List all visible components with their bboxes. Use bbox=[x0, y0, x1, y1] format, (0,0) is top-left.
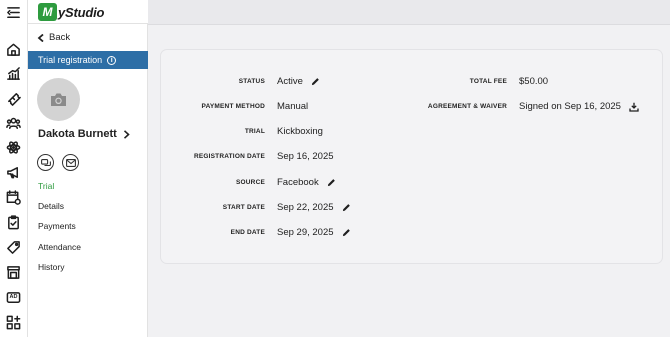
megaphone-icon[interactable] bbox=[6, 165, 21, 180]
ticket-icon[interactable] bbox=[6, 91, 21, 106]
chat-icon bbox=[40, 158, 51, 166]
agreement-label: AGREEMENT & WAIVER bbox=[427, 103, 507, 110]
atom-icon[interactable] bbox=[6, 140, 21, 155]
section-header: Trial registration i bbox=[28, 51, 148, 69]
chart-icon[interactable] bbox=[6, 66, 21, 81]
payment-method-label: PAYMENT METHOD bbox=[201, 103, 265, 110]
info-icon[interactable]: i bbox=[107, 55, 117, 65]
source-value: Facebook bbox=[277, 177, 319, 188]
calendar-settings-icon[interactable] bbox=[6, 190, 21, 205]
section-title: Trial registration bbox=[38, 55, 103, 65]
nav-item-attendance[interactable]: Attendance bbox=[38, 242, 81, 262]
pencil-icon[interactable] bbox=[342, 203, 351, 212]
agreement-value-group: Signed on Sep 16, 2025 bbox=[519, 101, 639, 112]
status-value-group: Active bbox=[277, 76, 320, 87]
nav-item-history[interactable]: History bbox=[38, 262, 81, 282]
member-name-link[interactable]: Dakota Burnett bbox=[38, 128, 130, 140]
pencil-icon[interactable] bbox=[311, 77, 320, 86]
menu-icon[interactable] bbox=[6, 5, 21, 20]
member-nav: Trial Details Payments Attendance Histor… bbox=[38, 181, 81, 282]
ad-label: AD bbox=[9, 294, 18, 300]
nav-item-payments[interactable]: Payments bbox=[38, 221, 81, 241]
nav-item-details[interactable]: Details bbox=[38, 201, 81, 221]
end-date-value: Sep 29, 2025 bbox=[277, 227, 334, 238]
avatar[interactable] bbox=[37, 78, 80, 121]
member-name: Dakota Burnett bbox=[38, 128, 117, 140]
source-value-group: Facebook bbox=[277, 177, 336, 188]
logo-mark: M bbox=[38, 3, 57, 21]
app-logo[interactable]: M yStudio bbox=[38, 3, 104, 21]
registration-date-label: REGISTRATION DATE bbox=[193, 153, 265, 160]
status-label: STATUS bbox=[238, 78, 265, 85]
apps-icon[interactable] bbox=[6, 315, 21, 330]
download-icon[interactable] bbox=[629, 102, 639, 112]
agreement-value: Signed on Sep 16, 2025 bbox=[519, 101, 621, 112]
back-label: Back bbox=[49, 32, 71, 43]
trial-label: TRIAL bbox=[244, 128, 265, 135]
end-date-value-group: Sep 29, 2025 bbox=[277, 227, 351, 238]
store-icon[interactable] bbox=[6, 265, 21, 280]
start-date-label: START DATE bbox=[222, 204, 265, 211]
chevron-right-icon bbox=[123, 129, 130, 139]
source-label: SOURCE bbox=[235, 179, 265, 186]
start-date-value: Sep 22, 2025 bbox=[277, 202, 334, 213]
envelope-icon bbox=[65, 158, 76, 167]
pencil-icon[interactable] bbox=[342, 228, 351, 237]
status-value: Active bbox=[277, 76, 303, 87]
people-icon[interactable] bbox=[6, 116, 21, 131]
registration-date-value: Sep 16, 2025 bbox=[277, 151, 334, 162]
icon-rail: AD bbox=[0, 0, 28, 337]
trial-value: Kickboxing bbox=[277, 126, 323, 137]
ad-icon[interactable]: AD bbox=[6, 290, 21, 305]
message-button[interactable] bbox=[37, 154, 54, 171]
home-icon[interactable] bbox=[6, 42, 21, 57]
email-button[interactable] bbox=[62, 154, 79, 171]
back-button[interactable]: Back bbox=[37, 32, 70, 43]
payment-method-value: Manual bbox=[277, 101, 309, 112]
clipboard-check-icon[interactable] bbox=[6, 215, 21, 230]
total-fee-value: $50.00 bbox=[519, 76, 549, 87]
chevron-left-icon bbox=[37, 33, 44, 42]
logo-text: yStudio bbox=[58, 4, 105, 20]
start-date-value-group: Sep 22, 2025 bbox=[277, 202, 351, 213]
member-sidebar: Back Trial registration i Dakota Burnett… bbox=[28, 24, 148, 337]
nav-item-trial[interactable]: Trial bbox=[38, 181, 81, 201]
tag-icon[interactable] bbox=[6, 240, 21, 255]
pencil-icon[interactable] bbox=[327, 178, 336, 187]
topbar-brand: M yStudio bbox=[28, 0, 148, 24]
trial-details-card: STATUS Active PAYMENT METHOD Manual TRIA… bbox=[160, 49, 663, 264]
topbar bbox=[148, 0, 670, 25]
total-fee-label: TOTAL FEE bbox=[469, 78, 507, 85]
camera-icon bbox=[51, 93, 66, 106]
end-date-label: END DATE bbox=[230, 229, 265, 236]
